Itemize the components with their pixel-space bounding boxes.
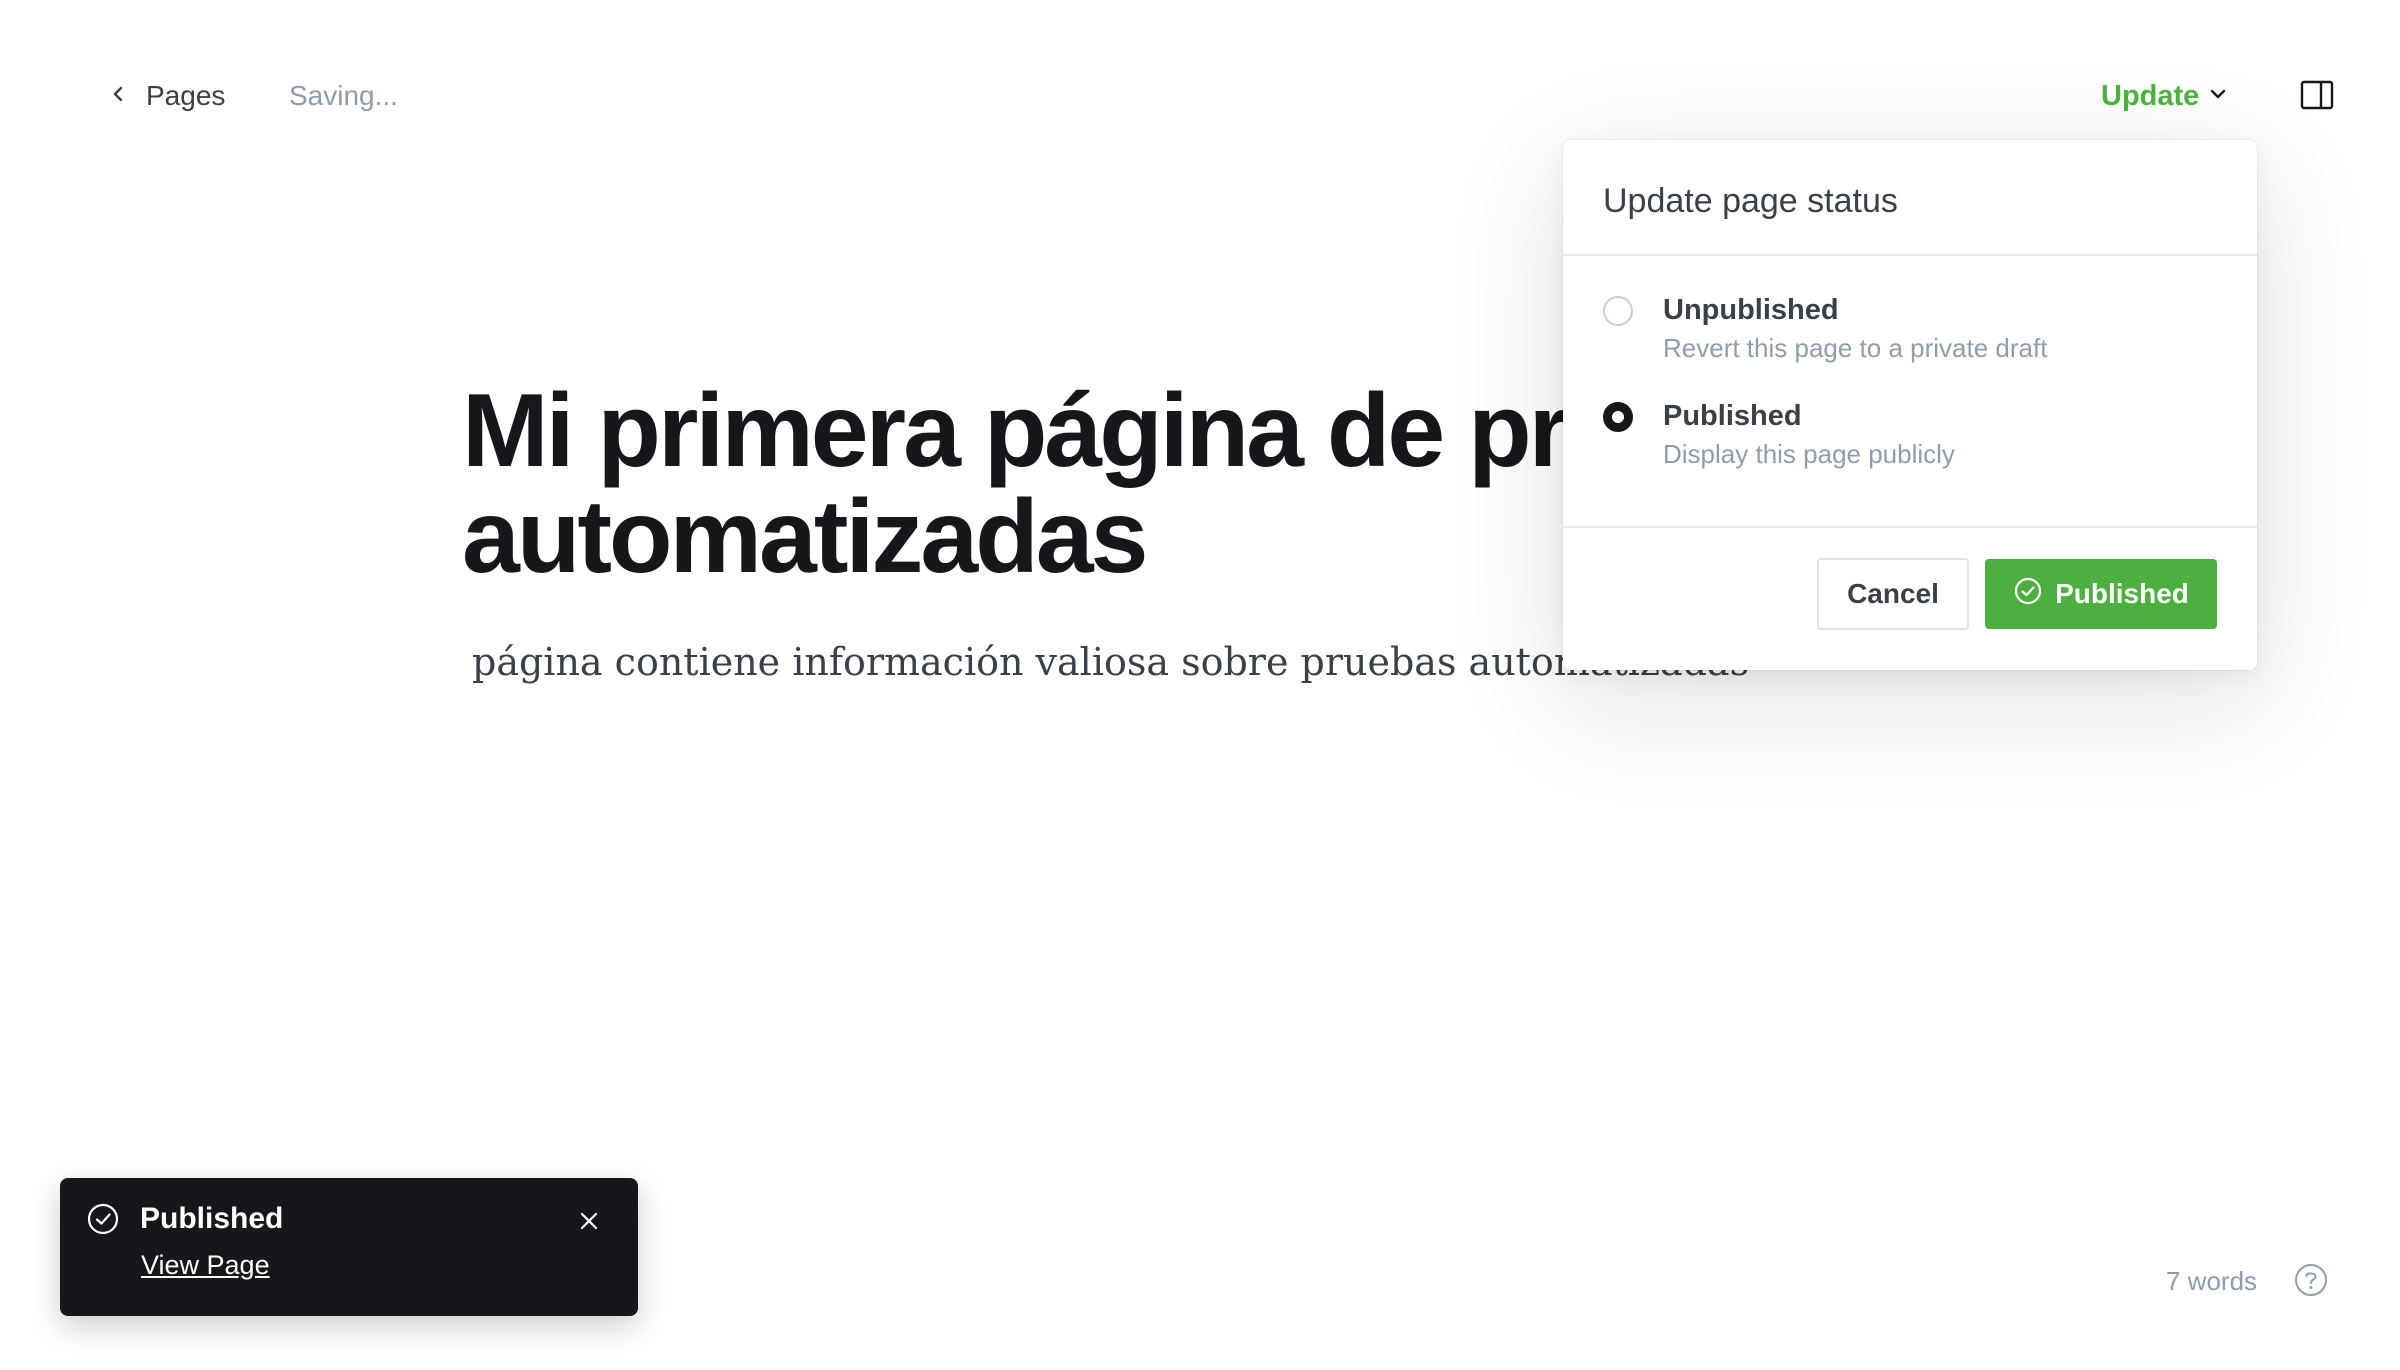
published-toast: Published View Page — [60, 1178, 638, 1316]
option-label: Published — [1663, 400, 1802, 432]
popover-header: Update page status — [1563, 140, 2257, 256]
check-circle-icon — [86, 1202, 120, 1236]
view-page-link[interactable]: View Page — [141, 1250, 270, 1281]
editor-page: Pages Saving... Update Mi primera página… — [0, 0, 2400, 1370]
popover-footer: Cancel Published — [1563, 528, 2257, 630]
option-description: Display this page publicly — [1663, 439, 1955, 469]
popover-title: Update page status — [1603, 182, 1898, 220]
close-icon[interactable] — [578, 1210, 600, 1232]
option-published[interactable]: Published Display this page publicly — [1603, 400, 2217, 470]
option-published-text: Published Display this page publicly — [1663, 400, 1955, 470]
update-label: Update — [2101, 79, 2200, 112]
published-button[interactable]: Published — [1985, 559, 2217, 629]
back-to-pages-link[interactable]: Pages — [108, 78, 225, 114]
check-circle-icon — [2013, 576, 2043, 613]
option-unpublished-text: Unpublished Revert this page to a privat… — [1663, 294, 2047, 364]
toast-title: Published — [140, 1202, 284, 1235]
unpublished-radio[interactable] — [1603, 296, 1633, 326]
cancel-button[interactable]: Cancel — [1817, 558, 1969, 630]
chevron-left-icon — [108, 84, 128, 109]
back-label: Pages — [146, 80, 226, 111]
option-description: Revert this page to a private draft — [1663, 333, 2048, 363]
option-label: Unpublished — [1663, 294, 1839, 326]
update-dropdown-button[interactable]: Update — [2101, 78, 2229, 114]
update-status-popover: Update page status Unpublished Revert th… — [1563, 140, 2257, 670]
sidebar-toggle-icon[interactable] — [2300, 78, 2334, 112]
published-button-label: Published — [2055, 578, 2189, 609]
published-radio[interactable] — [1603, 402, 1633, 432]
question-circle-icon[interactable] — [2293, 1262, 2329, 1298]
saving-status: Saving... — [289, 80, 398, 111]
option-unpublished[interactable]: Unpublished Revert this page to a privat… — [1603, 294, 2217, 364]
chevron-down-icon — [2207, 83, 2229, 110]
word-count: 7 words — [2166, 1266, 2258, 1296]
status-options: Unpublished Revert this page to a privat… — [1563, 256, 2257, 528]
